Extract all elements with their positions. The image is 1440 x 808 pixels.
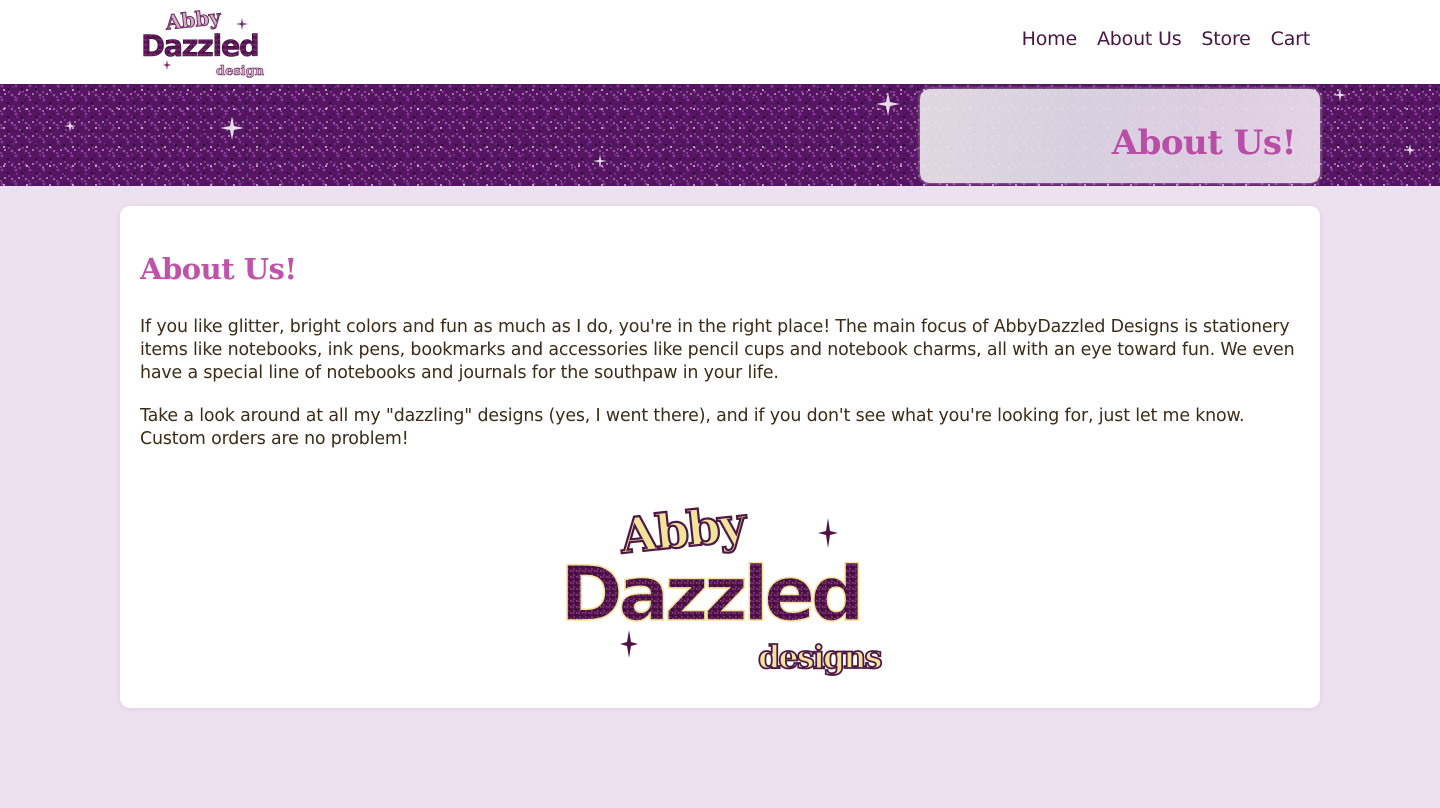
about-paragraph-2: Take a look around at all my "dazzling" … bbox=[140, 406, 1245, 449]
main-nav: Home About Us Store Cart bbox=[1022, 28, 1311, 50]
banner-title: About Us! bbox=[1111, 123, 1297, 163]
nav-about-link[interactable]: About Us bbox=[1097, 28, 1182, 50]
banner-title-card: About Us! bbox=[920, 89, 1320, 183]
about-paragraph-1: If you like glitter, bright colors and f… bbox=[140, 317, 1295, 383]
logo-designs-text: designs bbox=[216, 64, 264, 79]
logo-dazzled-text: Dazzled bbox=[560, 549, 860, 638]
brand-logo-large: Abby Dazzled designs bbox=[559, 480, 884, 684]
about-content-card: About Us! If you like glitter, bright co… bbox=[120, 206, 1320, 708]
sparkle-icon bbox=[818, 518, 838, 548]
nav-cart-link[interactable]: Cart bbox=[1271, 28, 1311, 50]
logo-dazzled-text: Dazzled bbox=[141, 29, 258, 63]
page-title: About Us! bbox=[140, 252, 297, 286]
site-header: Abby Dazzled designs Home About Us Store… bbox=[0, 0, 1440, 84]
glitter-banner: About Us! bbox=[0, 84, 1440, 186]
nav-store-link[interactable]: Store bbox=[1201, 28, 1250, 50]
logo-designs-text: designs bbox=[758, 638, 882, 676]
site-logo[interactable]: Abby Dazzled designs bbox=[140, 4, 272, 80]
nav-home-link[interactable]: Home bbox=[1022, 28, 1078, 50]
